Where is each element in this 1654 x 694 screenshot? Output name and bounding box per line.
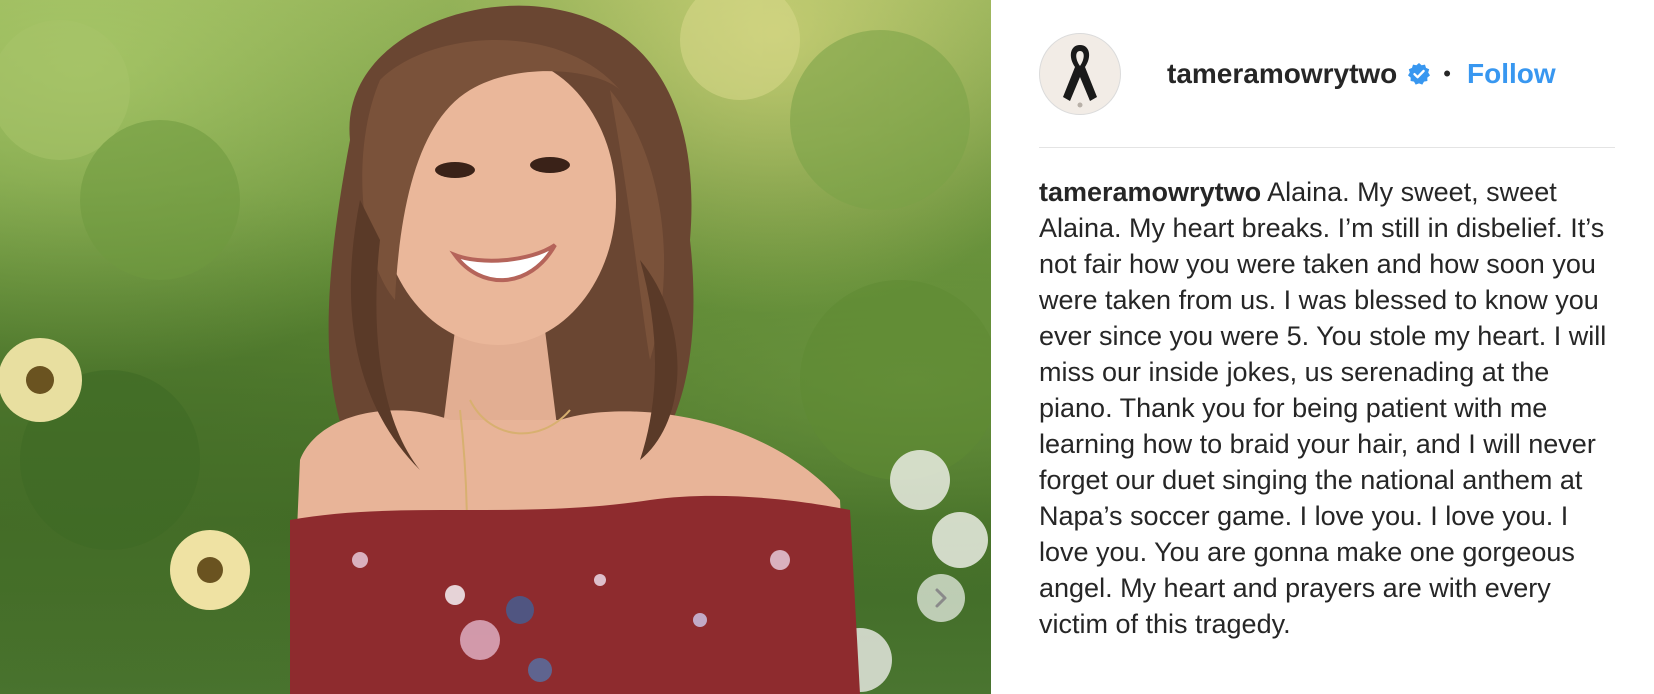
username-link[interactable]: tameramowrytwo — [1167, 58, 1397, 90]
carousel-next-button[interactable] — [917, 574, 965, 622]
portrait-illustration — [0, 0, 991, 694]
follow-button[interactable]: Follow — [1467, 58, 1556, 90]
post-photo[interactable] — [0, 0, 991, 694]
separator-dot: • — [1443, 60, 1451, 86]
post-header: tameramowrytwo • Follow — [1039, 28, 1615, 148]
caption-text: Alaina. My sweet, sweet Alaina. My heart… — [1039, 177, 1607, 639]
awareness-ribbon-icon — [1063, 44, 1097, 107]
verified-badge-icon — [1407, 62, 1431, 86]
post-caption: tameramowrytwo Alaina. My sweet, sweet A… — [1039, 174, 1615, 642]
flower-left-top — [0, 338, 82, 422]
avatar[interactable] — [1039, 32, 1121, 115]
flower-left-bottom — [170, 530, 250, 610]
caption-username-link[interactable]: tameramowrytwo — [1039, 177, 1261, 207]
instagram-post: tameramowrytwo • Follow tameramowrytwo A… — [0, 0, 1654, 694]
post-side-panel: tameramowrytwo • Follow tameramowrytwo A… — [991, 0, 1654, 694]
chevron-right-icon — [935, 588, 947, 608]
